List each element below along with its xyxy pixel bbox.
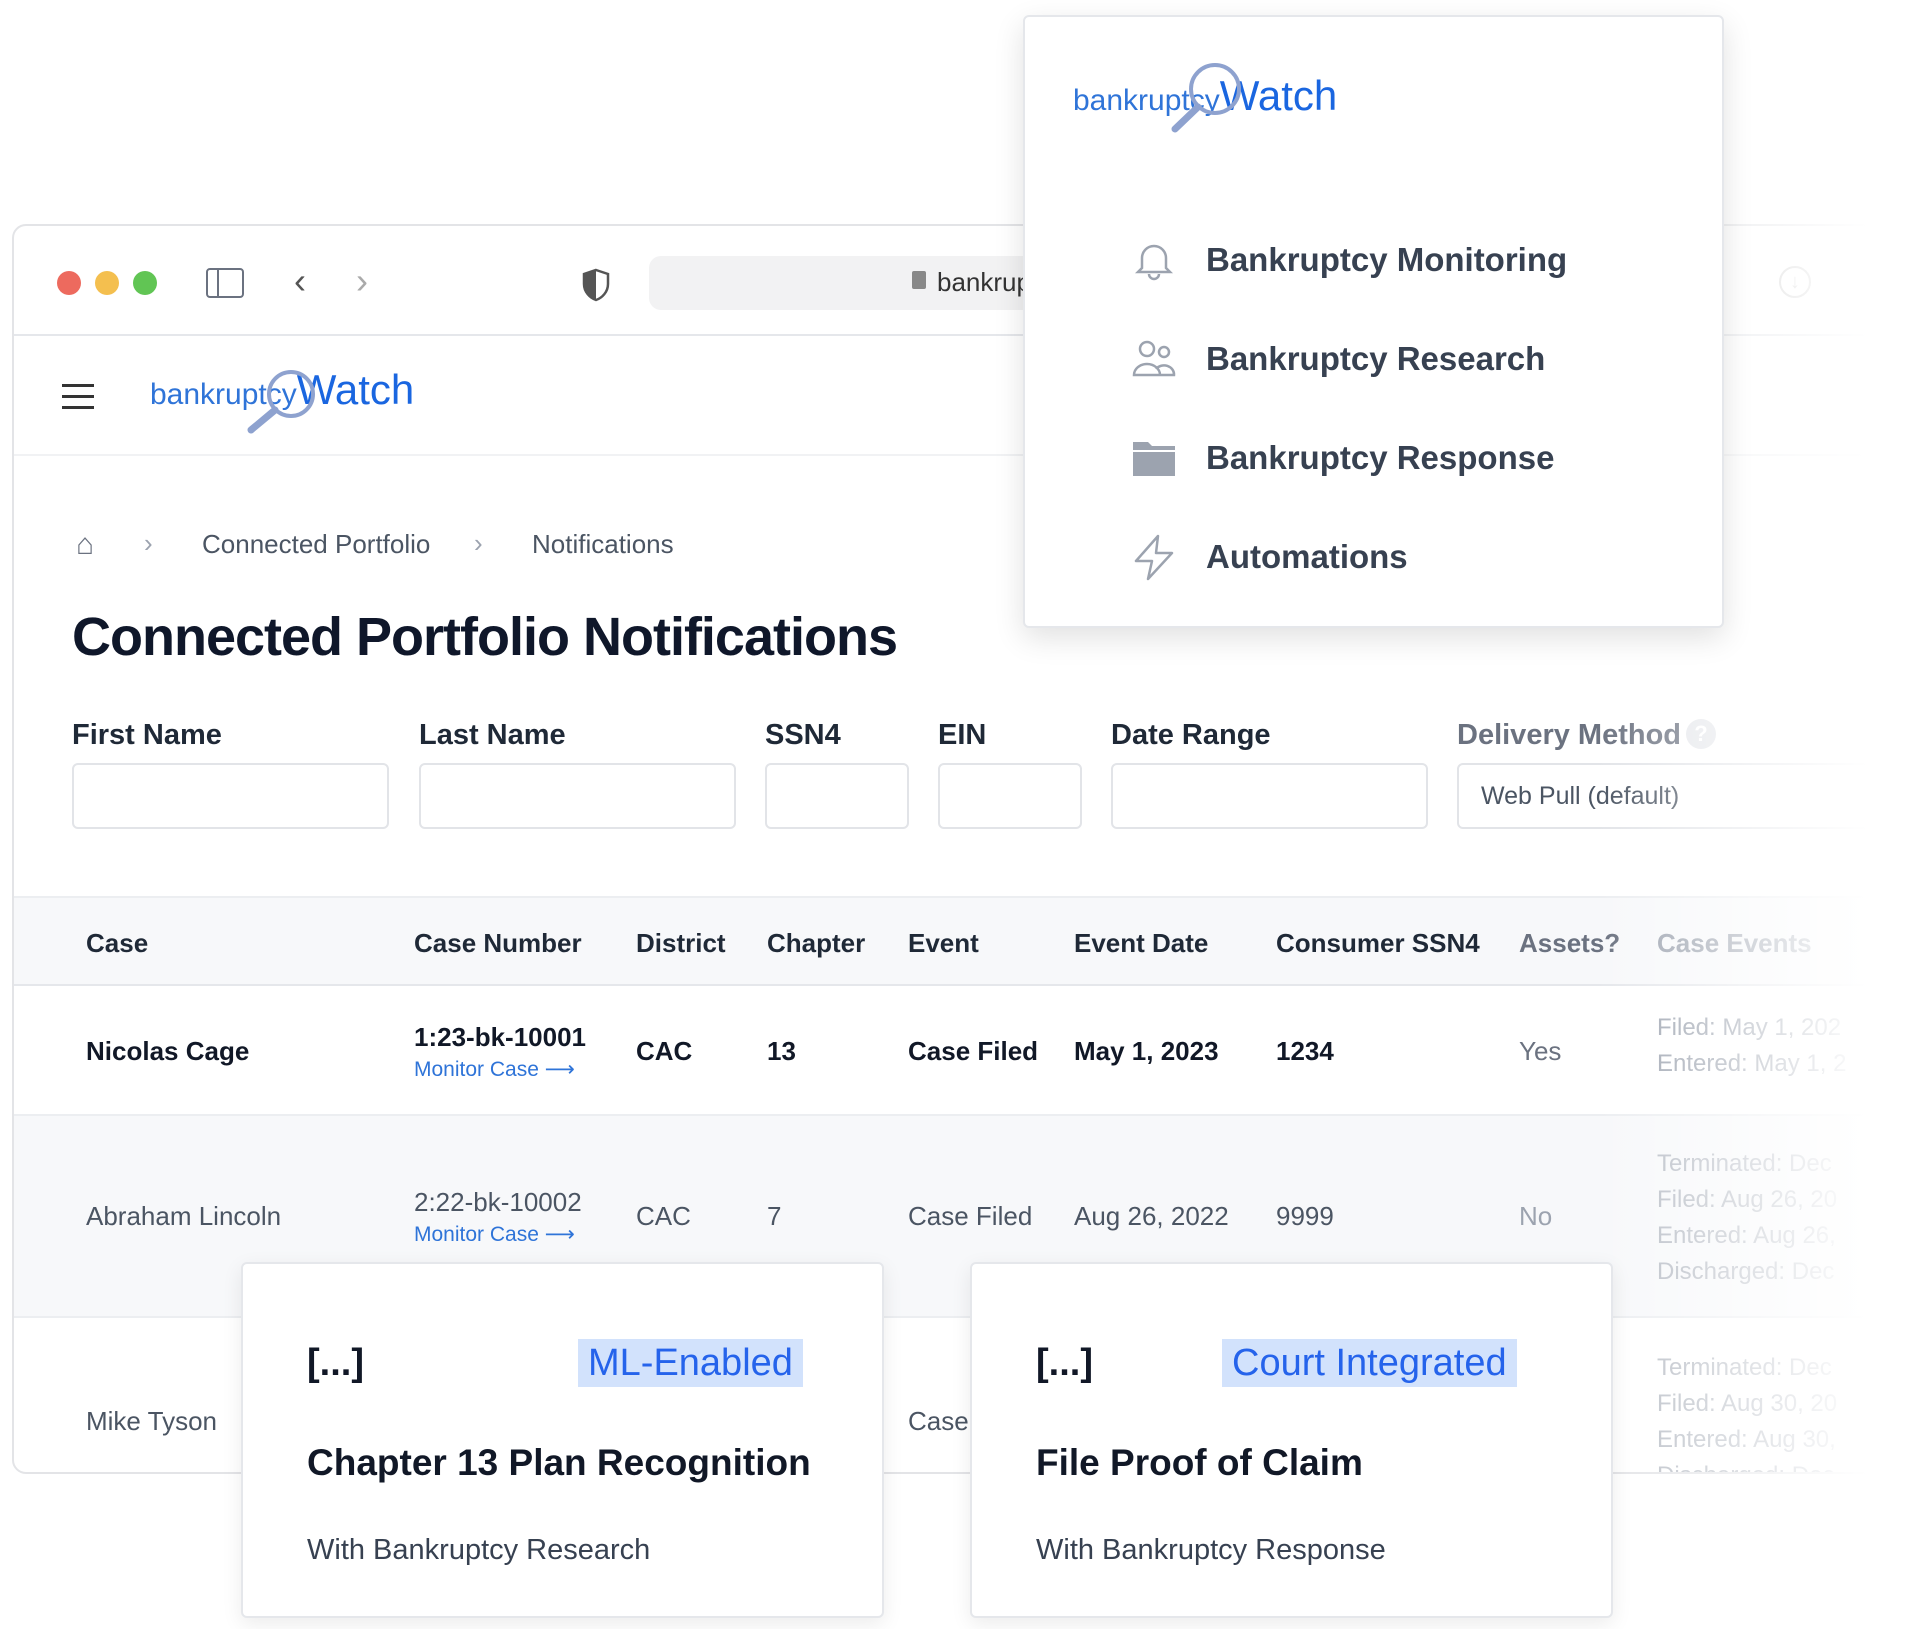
card-ellipsis: [...] bbox=[1036, 1342, 1093, 1384]
menu-item-bankruptcy-monitoring[interactable]: Bankruptcy Monitoring bbox=[1130, 230, 1567, 290]
ein-label: EIN bbox=[938, 719, 987, 751]
date-range-input[interactable] bbox=[1111, 763, 1428, 829]
menu-item-bankruptcy-response[interactable]: Bankruptcy Response bbox=[1130, 428, 1554, 488]
magnifier-logo-icon bbox=[1171, 63, 1241, 133]
column-header-case[interactable]: Case bbox=[86, 928, 148, 959]
assets: Yes bbox=[1519, 1036, 1562, 1066]
close-window-button[interactable] bbox=[57, 271, 81, 295]
last-name-input[interactable] bbox=[419, 763, 736, 829]
lightning-icon bbox=[1134, 534, 1174, 581]
consumer-ssn4: 1234 bbox=[1276, 1036, 1334, 1066]
column-header-event[interactable]: Event bbox=[908, 928, 979, 959]
maximize-window-button[interactable] bbox=[133, 271, 157, 295]
card-ellipsis: [...] bbox=[307, 1342, 364, 1384]
monitor-case-link[interactable]: Monitor Case ⟶ bbox=[414, 1057, 575, 1082]
case-name: Abraham Lincoln bbox=[86, 1201, 282, 1231]
chapter: 7 bbox=[767, 1201, 782, 1231]
users-icon bbox=[1132, 340, 1176, 377]
arrow-right-icon: ⟶ bbox=[544, 1223, 575, 1246]
card-badge: Court Integrated bbox=[1222, 1339, 1517, 1387]
feature-card: [...] ML-Enabled Chapter 13 Plan Recogni… bbox=[241, 1262, 884, 1618]
sidebar-toggle-icon[interactable] bbox=[206, 268, 244, 298]
delivery-method-select[interactable]: Web Pull (default) bbox=[1457, 763, 1877, 829]
delivery-method-label: Delivery Method bbox=[1457, 719, 1681, 751]
home-icon[interactable]: ⌂ bbox=[76, 528, 94, 562]
case-name: Nicolas Cage bbox=[86, 1036, 250, 1066]
table-row[interactable]: Nicolas Cage 1:23-bk-10001 Monitor Case … bbox=[14, 986, 1890, 1116]
event-date: May 1, 2023 bbox=[1074, 1036, 1219, 1066]
district: CAC bbox=[636, 1201, 691, 1231]
bell-icon bbox=[1134, 244, 1174, 281]
shield-icon[interactable] bbox=[582, 268, 610, 302]
card-title: Chapter 13 Plan Recognition bbox=[307, 1442, 811, 1483]
first-name-label: First Name bbox=[72, 719, 222, 751]
download-icon[interactable]: ↓ bbox=[1779, 266, 1811, 298]
help-icon[interactable]: ? bbox=[1686, 719, 1716, 749]
breadcrumb-connected-portfolio[interactable]: Connected Portfolio bbox=[202, 529, 430, 560]
event: Case Filed bbox=[908, 1201, 1033, 1231]
column-header-district[interactable]: District bbox=[636, 928, 726, 959]
consumer-ssn4: 9999 bbox=[1276, 1201, 1334, 1231]
column-header-case-number[interactable]: Case Number bbox=[414, 928, 582, 959]
district: CAC bbox=[636, 1036, 693, 1066]
case-events: Terminated: Dec Filed: Aug 26, 20 Entered:… bbox=[1657, 1150, 1838, 1285]
breadcrumb-notifications[interactable]: Notifications bbox=[532, 529, 674, 560]
last-name-label: Last Name bbox=[419, 719, 566, 751]
table-header: Case Case Number District Chapter Event … bbox=[14, 896, 1890, 986]
case-number: 1:23-bk-10001 bbox=[414, 1022, 586, 1052]
first-name-input[interactable] bbox=[72, 763, 389, 829]
column-header-case-events[interactable]: Case Events bbox=[1657, 928, 1812, 959]
menu-item-automations[interactable]: Automations bbox=[1130, 527, 1408, 587]
ssn4-input[interactable] bbox=[765, 763, 909, 829]
card-subtitle: With Bankruptcy Research bbox=[307, 1534, 651, 1566]
magnifier-logo-icon bbox=[247, 370, 315, 434]
monitor-case-link[interactable]: Monitor Case ⟶ bbox=[414, 1222, 575, 1247]
event-date: Aug 26, 2022 bbox=[1074, 1201, 1229, 1231]
menu-item-bankruptcy-research[interactable]: Bankruptcy Research bbox=[1130, 329, 1545, 389]
card-badge: ML-Enabled bbox=[578, 1339, 803, 1387]
event: Case bbox=[908, 1406, 969, 1436]
product-menu: bankruptcyWatch Bankruptcy Monitoring Ba… bbox=[1023, 15, 1724, 628]
chevron-right-icon: › bbox=[474, 528, 483, 558]
ssn4-label: SSN4 bbox=[765, 719, 841, 751]
column-header-assets[interactable]: Assets? bbox=[1519, 928, 1620, 959]
back-icon[interactable]: ‹ bbox=[294, 260, 306, 302]
chapter: 13 bbox=[767, 1036, 796, 1066]
event: Case Filed bbox=[908, 1036, 1039, 1066]
card-title: File Proof of Claim bbox=[1036, 1442, 1363, 1483]
lock-icon bbox=[912, 271, 926, 289]
case-name: Mike Tyson bbox=[86, 1406, 218, 1436]
case-events: Filed: May 1, 202 Entered: May 1, 2 bbox=[1657, 1014, 1847, 1077]
delivery-method-value: Web Pull (default) bbox=[1481, 782, 1680, 810]
column-header-chapter[interactable]: Chapter bbox=[767, 928, 865, 959]
folder-icon bbox=[1133, 442, 1175, 476]
feature-card: [...] Court Integrated File Proof of Cla… bbox=[970, 1262, 1613, 1618]
assets: No bbox=[1519, 1201, 1553, 1231]
forward-icon[interactable]: › bbox=[356, 260, 368, 302]
case-events: Terminated: Dec Filed: Aug 30, 20 Entered:… bbox=[1657, 1354, 1838, 1472]
date-range-label: Date Range bbox=[1111, 719, 1271, 751]
column-header-consumer-ssn4[interactable]: Consumer SSN4 bbox=[1276, 928, 1480, 959]
hamburger-menu-icon[interactable] bbox=[62, 384, 94, 409]
arrow-right-icon: ⟶ bbox=[544, 1058, 575, 1081]
minimize-window-button[interactable] bbox=[95, 271, 119, 295]
page-title: Connected Portfolio Notifications bbox=[72, 607, 898, 667]
ein-input[interactable] bbox=[938, 763, 1082, 829]
card-subtitle: With Bankruptcy Response bbox=[1036, 1534, 1386, 1566]
column-header-event-date[interactable]: Event Date bbox=[1074, 928, 1208, 959]
chevron-right-icon: › bbox=[144, 528, 153, 558]
case-number: 2:22-bk-10002 bbox=[414, 1187, 582, 1217]
